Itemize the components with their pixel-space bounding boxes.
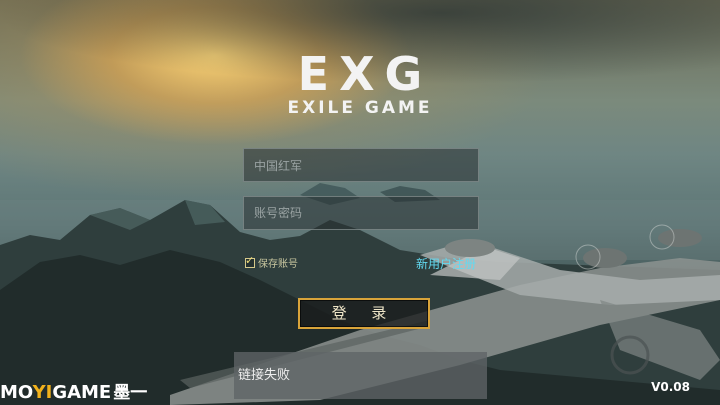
checkmark-icon: ✓: [245, 253, 255, 267]
brand-chinese: 墨一: [113, 383, 148, 403]
login-button[interactable]: 登 录: [298, 298, 430, 329]
password-input[interactable]: [243, 196, 479, 230]
logo-title: EXG: [297, 47, 433, 101]
brand-mo: MO: [0, 382, 33, 403]
register-link[interactable]: 新用户注册: [416, 255, 476, 272]
brand-game: GAME: [52, 382, 112, 403]
brand-watermark: MOYIGAME 墨一: [0, 382, 148, 404]
logo-subtitle: EXILE GAME: [287, 98, 433, 118]
brand-yi: YI: [32, 382, 53, 403]
remember-checkbox[interactable]: ✓: [245, 254, 255, 268]
game-logo: EXG EXILE GAME: [0, 50, 720, 118]
remember-account-option[interactable]: ✓ 保存账号: [245, 254, 298, 270]
status-message: 链接失败: [234, 352, 487, 399]
version-label: V0.08: [651, 380, 690, 394]
remember-label: 保存账号: [258, 259, 298, 270]
username-input[interactable]: [243, 148, 479, 182]
